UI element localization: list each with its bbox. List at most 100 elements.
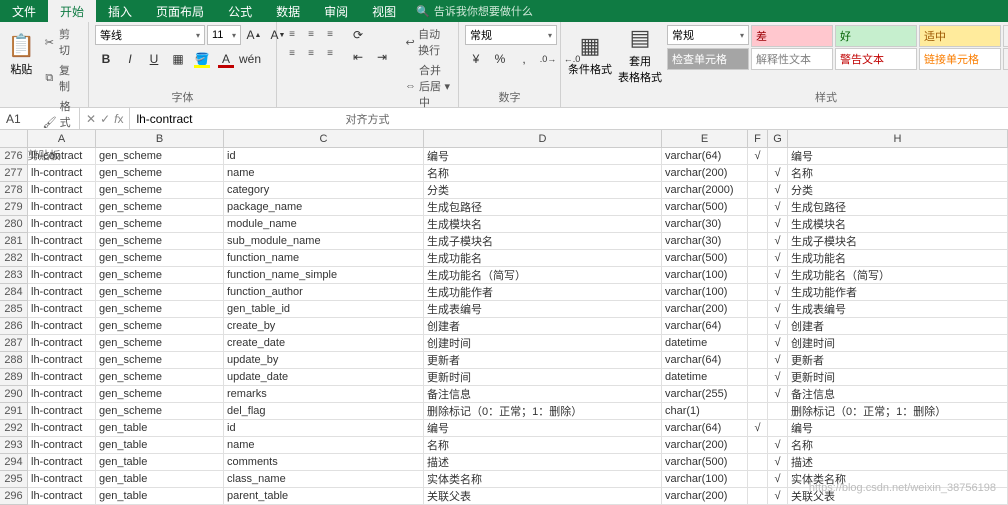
outdent-button[interactable]: ⇤ (347, 47, 369, 67)
cell-G280[interactable]: √ (768, 216, 788, 233)
cell-E276[interactable]: varchar(64) (662, 148, 748, 165)
cell-C288[interactable]: update_by (224, 352, 424, 369)
cell-E295[interactable]: varchar(100) (662, 471, 748, 488)
cell-C292[interactable]: id (224, 420, 424, 437)
cell-F296[interactable] (748, 488, 768, 505)
col-header-A[interactable]: A (28, 130, 96, 147)
cell-D292[interactable]: 编号 (424, 420, 662, 437)
cell-H279[interactable]: 生成包路径 (788, 199, 1008, 216)
cell-F291[interactable] (748, 403, 768, 420)
row-header[interactable]: 283 (0, 267, 28, 284)
cell-E281[interactable]: varchar(30) (662, 233, 748, 250)
cell-D294[interactable]: 描述 (424, 454, 662, 471)
cell-H289[interactable]: 更新时间 (788, 369, 1008, 386)
row-header[interactable]: 285 (0, 301, 28, 318)
align-right-button[interactable]: ≡ (321, 44, 339, 62)
col-header-F[interactable]: F (748, 130, 768, 147)
cell-C278[interactable]: category (224, 182, 424, 199)
cell-F293[interactable] (748, 437, 768, 454)
row-header[interactable]: 282 (0, 250, 28, 267)
increase-decimal-button[interactable]: .0→ (537, 49, 559, 69)
cell-C295[interactable]: class_name (224, 471, 424, 488)
cell-C279[interactable]: package_name (224, 199, 424, 216)
cell-D291[interactable]: 删除标记（0：正常；1：删除） (424, 403, 662, 420)
cell-H292[interactable]: 编号 (788, 420, 1008, 437)
cell-H282[interactable]: 生成功能名 (788, 250, 1008, 267)
cell-G287[interactable]: √ (768, 335, 788, 352)
cell-B285[interactable]: gen_scheme (96, 301, 224, 318)
cell-G279[interactable]: √ (768, 199, 788, 216)
cell-E282[interactable]: varchar(500) (662, 250, 748, 267)
cell-G277[interactable]: √ (768, 165, 788, 182)
conditional-format-button[interactable]: ▦条件格式 (567, 25, 613, 85)
currency-button[interactable]: ¥ (465, 49, 487, 69)
tab-视图[interactable]: 视图 (360, 0, 408, 23)
cell-C286[interactable]: create_by (224, 318, 424, 335)
cell-C291[interactable]: del_flag (224, 403, 424, 420)
cell-F282[interactable] (748, 250, 768, 267)
row-header[interactable]: 295 (0, 471, 28, 488)
cell-A281[interactable]: lh-contract (28, 233, 96, 250)
row-header[interactable]: 277 (0, 165, 28, 182)
formula-bar[interactable]: lh-contract (130, 108, 1008, 129)
cell-C277[interactable]: name (224, 165, 424, 182)
cell-G282[interactable]: √ (768, 250, 788, 267)
cell-E289[interactable]: datetime (662, 369, 748, 386)
cell-C284[interactable]: function_author (224, 284, 424, 301)
select-all-corner[interactable] (0, 130, 28, 147)
cell-A290[interactable]: lh-contract (28, 386, 96, 403)
cell-D278[interactable]: 分类 (424, 182, 662, 199)
cell-A292[interactable]: lh-contract (28, 420, 96, 437)
font-color-button[interactable]: A (215, 49, 237, 69)
cell-style-警告文本[interactable]: 警告文本 (835, 48, 917, 70)
bold-button[interactable]: B (95, 49, 117, 69)
cell-D287[interactable]: 创建时间 (424, 335, 662, 352)
cell-B293[interactable]: gen_table (96, 437, 224, 454)
col-header-B[interactable]: B (96, 130, 224, 147)
col-header-D[interactable]: D (424, 130, 662, 147)
cell-D295[interactable]: 实体类名称 (424, 471, 662, 488)
cell-G293[interactable]: √ (768, 437, 788, 454)
cell-F280[interactable] (748, 216, 768, 233)
row-header[interactable]: 288 (0, 352, 28, 369)
align-bottom-button[interactable]: ≡ (321, 25, 339, 43)
row-header[interactable]: 286 (0, 318, 28, 335)
row-header[interactable]: 276 (0, 148, 28, 165)
cell-D288[interactable]: 更新者 (424, 352, 662, 369)
cell-F292[interactable]: √ (748, 420, 768, 437)
cell-G276[interactable] (768, 148, 788, 165)
wrap-text-button[interactable]: ↩自动换行 (403, 25, 452, 59)
cell-D284[interactable]: 生成功能作者 (424, 284, 662, 301)
cell-H294[interactable]: 描述 (788, 454, 1008, 471)
cell-A296[interactable]: lh-contract (28, 488, 96, 505)
cell-G284[interactable]: √ (768, 284, 788, 301)
comma-button[interactable]: , (513, 49, 535, 69)
cell-E286[interactable]: varchar(64) (662, 318, 748, 335)
cell-A295[interactable]: lh-contract (28, 471, 96, 488)
cell-E283[interactable]: varchar(100) (662, 267, 748, 284)
align-left-button[interactable]: ≡ (283, 44, 301, 62)
cell-F285[interactable] (748, 301, 768, 318)
cell-G292[interactable] (768, 420, 788, 437)
row-header[interactable]: 281 (0, 233, 28, 250)
cell-C287[interactable]: create_date (224, 335, 424, 352)
cell-A289[interactable]: lh-contract (28, 369, 96, 386)
cell-H284[interactable]: 生成功能作者 (788, 284, 1008, 301)
cell-G295[interactable]: √ (768, 471, 788, 488)
cell-D276[interactable]: 编号 (424, 148, 662, 165)
cell-C280[interactable]: module_name (224, 216, 424, 233)
align-middle-button[interactable]: ≡ (302, 25, 320, 43)
cell-B283[interactable]: gen_scheme (96, 267, 224, 284)
col-header-C[interactable]: C (224, 130, 424, 147)
grow-font-button[interactable]: A▲ (243, 25, 265, 45)
cell-B279[interactable]: gen_scheme (96, 199, 224, 216)
cell-E288[interactable]: varchar(64) (662, 352, 748, 369)
cell-B286[interactable]: gen_scheme (96, 318, 224, 335)
underline-button[interactable]: U (143, 49, 165, 69)
row-header[interactable]: 290 (0, 386, 28, 403)
cell-A282[interactable]: lh-contract (28, 250, 96, 267)
cell-B281[interactable]: gen_scheme (96, 233, 224, 250)
cell-F283[interactable] (748, 267, 768, 284)
cell-A284[interactable]: lh-contract (28, 284, 96, 301)
col-header-H[interactable]: H (788, 130, 1008, 147)
